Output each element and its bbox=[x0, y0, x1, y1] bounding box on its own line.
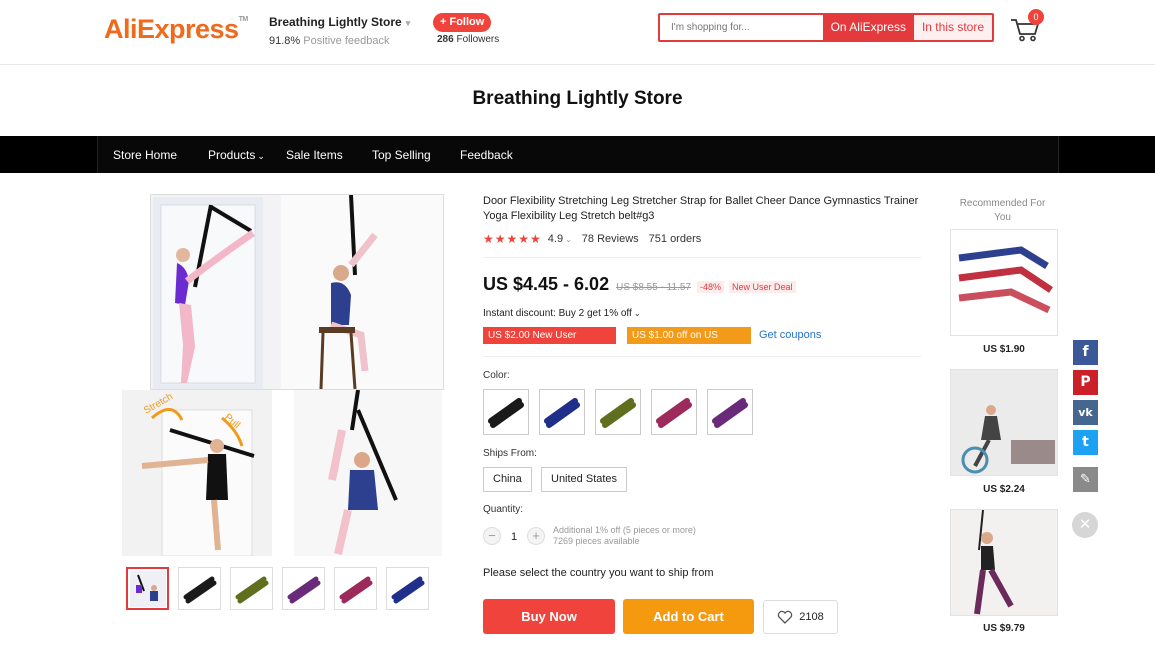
wishlist-count: 2108 bbox=[799, 611, 824, 623]
thumbnail-4[interactable] bbox=[282, 567, 325, 610]
rating-row: ★★★★★ 4.9 ⌄ 78 Reviews 751 orders bbox=[483, 232, 701, 246]
divider bbox=[483, 257, 921, 258]
color-label: Color: bbox=[483, 370, 510, 381]
reviews-link[interactable]: 78 Reviews bbox=[582, 233, 639, 245]
store-coupon[interactable]: US $1.00 off on US $16.00 bbox=[627, 327, 751, 358]
chevron-down-icon: ⌄ bbox=[257, 151, 265, 161]
edit-pencil-icon[interactable]: ✎ bbox=[1073, 467, 1098, 492]
ship-option-china[interactable]: China bbox=[483, 467, 532, 492]
recommended-item-3[interactable] bbox=[950, 509, 1058, 616]
facebook-share-icon[interactable]: f bbox=[1073, 340, 1098, 365]
search-aliexpress-button[interactable]: On AliExpress bbox=[822, 15, 914, 40]
store-banner-title: Breathing Lightly Store bbox=[472, 88, 683, 109]
nav-feedback[interactable]: Feedback bbox=[460, 148, 513, 162]
rating-value[interactable]: 4.9 bbox=[548, 233, 563, 245]
search-bar: On AliExpress In this store bbox=[658, 13, 994, 42]
color-option-green[interactable] bbox=[595, 389, 641, 435]
pinterest-share-icon[interactable]: P bbox=[1073, 370, 1098, 395]
store-name-dropdown[interactable]: Breathing Lightly Store ▾ bbox=[269, 15, 410, 29]
cart-badge: 0 bbox=[1028, 9, 1044, 25]
thumbnail-strip bbox=[126, 567, 429, 610]
product-main-image[interactable] bbox=[150, 194, 444, 390]
product-title: Door Flexibility Stretching Leg Stretche… bbox=[483, 195, 919, 222]
nav-store-home[interactable]: Store Home bbox=[113, 148, 177, 162]
positive-feedback: 91.8% Positive feedback bbox=[269, 35, 390, 47]
color-option-black[interactable] bbox=[483, 389, 529, 435]
buy-now-button[interactable]: Buy Now bbox=[483, 599, 615, 634]
chevron-down-icon: ▾ bbox=[405, 18, 411, 28]
divider bbox=[483, 356, 921, 357]
follow-button[interactable]: + Follow bbox=[433, 13, 492, 32]
thumbnail-6[interactable] bbox=[386, 567, 429, 610]
orders-count: 751 orders bbox=[648, 233, 702, 245]
store-nav: Store Home Products ⌄ Sale Items Top Sell… bbox=[0, 136, 1155, 173]
vk-share-icon[interactable]: vk bbox=[1073, 400, 1098, 425]
quantity-label: Quantity: bbox=[483, 504, 524, 515]
recommended-item-2[interactable] bbox=[950, 369, 1058, 476]
color-option-rose[interactable] bbox=[651, 389, 697, 435]
thumbnail-5[interactable] bbox=[334, 567, 377, 610]
nav-sale-items[interactable]: Sale Items bbox=[286, 148, 343, 162]
thumbnail-3[interactable] bbox=[230, 567, 273, 610]
get-coupons-link[interactable]: Get coupons bbox=[759, 329, 821, 341]
chevron-down-icon: ⌄ bbox=[633, 309, 641, 318]
close-icon[interactable]: ✕ bbox=[1072, 512, 1098, 538]
color-option-purple[interactable] bbox=[707, 389, 753, 435]
quantity-increase-button[interactable]: + bbox=[527, 527, 545, 545]
price: US $4.45 - 6.02 bbox=[483, 274, 610, 294]
aliexpress-logo[interactable]: AliExpressTM bbox=[104, 14, 248, 45]
recommended-price-1: US $1.90 bbox=[983, 344, 1025, 355]
star-rating-icon: ★★★★★ bbox=[483, 232, 542, 246]
thumbnail-2[interactable] bbox=[178, 567, 221, 610]
nav-top-selling[interactable]: Top Selling bbox=[372, 148, 431, 162]
discount-badge: -48% bbox=[696, 281, 724, 293]
ship-country-message: Please select the country you want to sh… bbox=[483, 567, 714, 579]
recommended-item-1[interactable] bbox=[950, 229, 1058, 336]
thumbnail-1[interactable] bbox=[126, 567, 169, 610]
ship-option-united-states[interactable]: United States bbox=[541, 467, 628, 492]
product-secondary-image: Stretch Pull bbox=[122, 390, 442, 556]
instant-discount[interactable]: Instant discount: Buy 2 get 1% off ⌄ bbox=[483, 308, 641, 319]
quantity-decrease-button[interactable]: − bbox=[483, 527, 501, 545]
quantity-value[interactable]: 1 bbox=[511, 531, 517, 543]
recommended-price-2: US $2.24 bbox=[983, 484, 1025, 495]
search-store-button[interactable]: In this store bbox=[913, 15, 992, 40]
wishlist-button[interactable]: 2108 bbox=[763, 600, 838, 634]
price-row: US $4.45 - 6.02 US $8.55 - 11.57 -48% Ne… bbox=[483, 274, 796, 295]
ships-from-label: Ships From: bbox=[483, 448, 537, 459]
top-bar: AliExpressTM Breathing Lightly Store ▾ 91… bbox=[0, 0, 1155, 65]
add-to-cart-button[interactable]: Add to Cart bbox=[623, 599, 754, 634]
color-option-blue[interactable] bbox=[539, 389, 585, 435]
heart-icon bbox=[778, 610, 793, 624]
chevron-down-icon: ⌄ bbox=[565, 234, 572, 244]
original-price: US $8.55 - 11.57 bbox=[616, 282, 691, 293]
recommended-price-3: US $9.79 bbox=[983, 623, 1025, 634]
search-input[interactable] bbox=[660, 15, 823, 40]
quantity-note: Additional 1% off (5 pieces or more) 726… bbox=[553, 525, 696, 546]
nav-products[interactable]: Products ⌄ bbox=[208, 148, 265, 162]
followers-count: 286 Followers bbox=[437, 34, 500, 45]
recommended-title: Recommended For You bbox=[959, 198, 1046, 223]
twitter-share-icon[interactable]: t bbox=[1073, 430, 1098, 455]
new-user-coupon[interactable]: US $2.00 New User Coupon bbox=[483, 327, 616, 358]
new-user-deal-badge: New User Deal bbox=[728, 281, 796, 293]
